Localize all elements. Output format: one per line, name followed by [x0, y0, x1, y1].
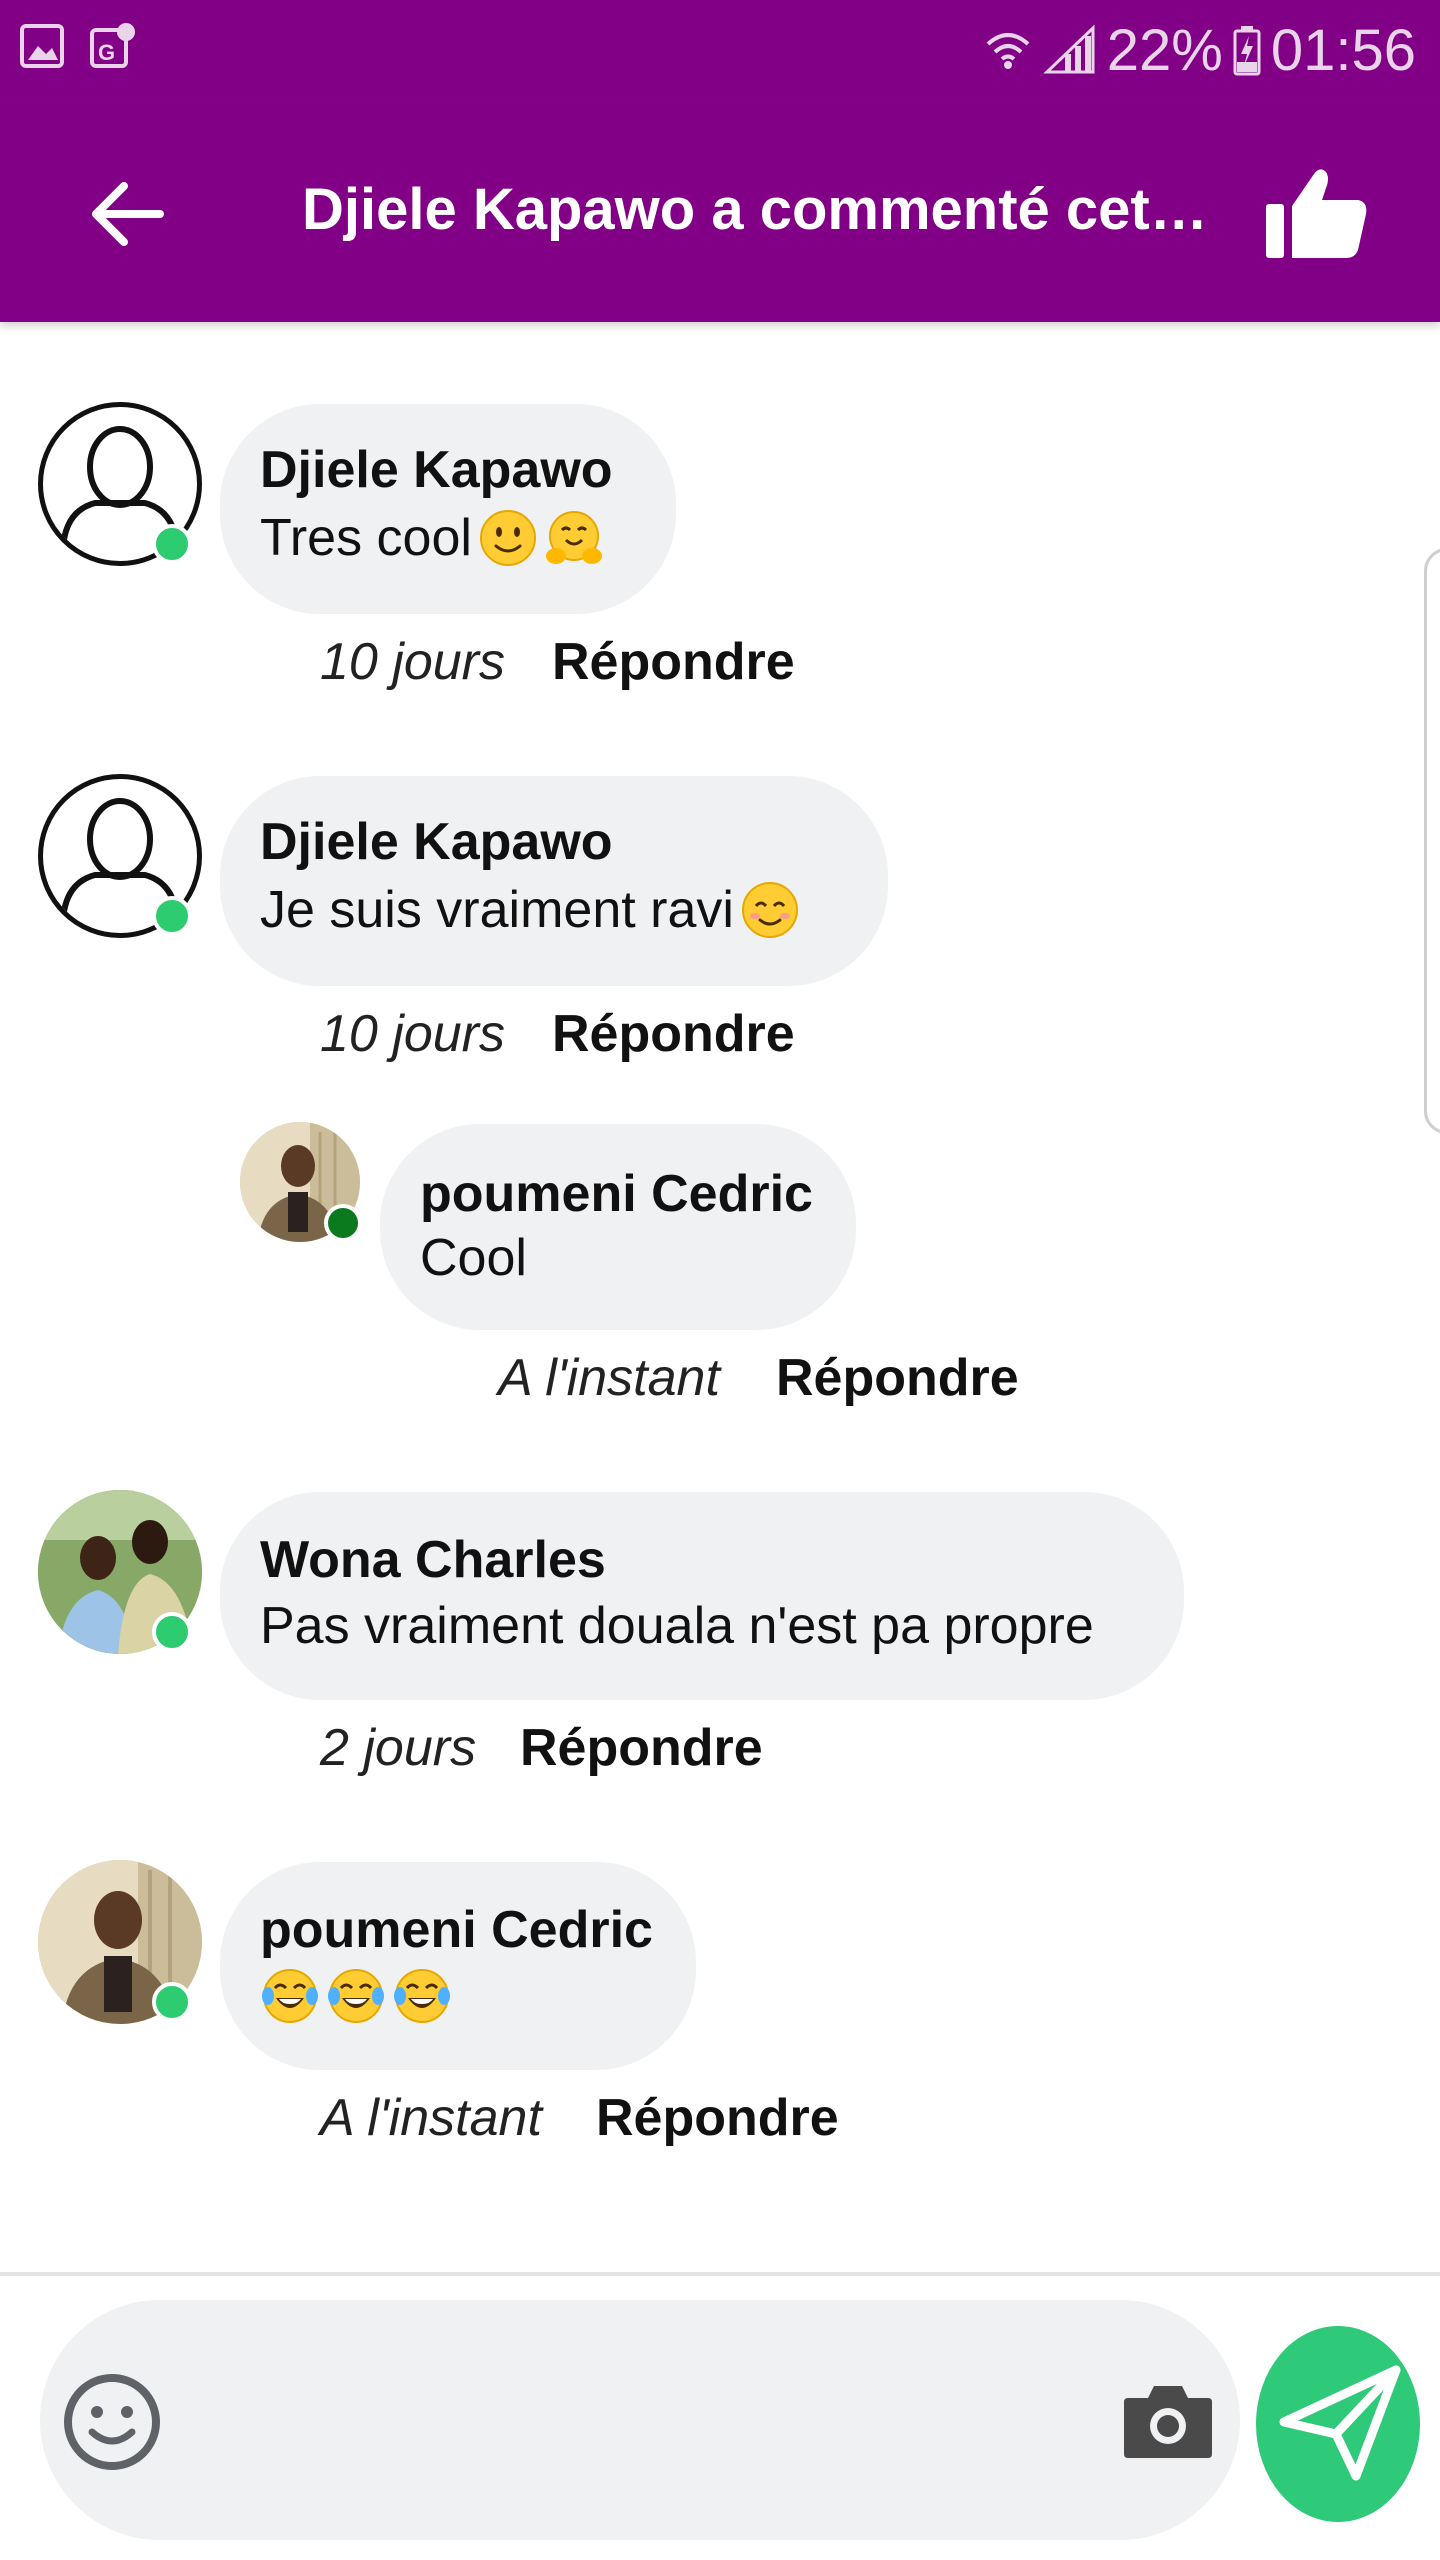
battery-charging-icon — [1233, 26, 1261, 76]
online-status-dot — [324, 1204, 362, 1242]
wifi-icon — [986, 33, 1030, 69]
svg-text:G: G — [98, 40, 115, 65]
comment-time: 2 jours — [320, 1719, 477, 1777]
comment-time: 10 jours — [320, 1005, 505, 1063]
slightly-smiling-face-icon — [479, 510, 536, 566]
online-status-dot — [152, 1982, 192, 2022]
comment-input-field[interactable] — [40, 2300, 1240, 2540]
tears-of-joy-icon — [394, 1969, 450, 2023]
comment-text: Pas vraiment douala n'est pa propre — [260, 1596, 1094, 1656]
comment-text — [260, 1966, 452, 2026]
battery-percent: 22% — [1106, 17, 1223, 83]
comment-author[interactable]: poumeni Cedric — [420, 1164, 813, 1224]
thumbs-up-icon[interactable] — [1262, 164, 1372, 260]
send-button[interactable] — [1256, 2326, 1420, 2522]
comment-text: Cool — [420, 1228, 527, 1288]
emoji-picker-icon[interactable] — [62, 2372, 162, 2472]
comment-time: A l'instant — [320, 2089, 542, 2147]
page-title: Djiele Kapawo a commenté cet… — [302, 177, 1208, 242]
online-status-dot — [152, 896, 192, 936]
app-bar: Djiele Kapawo a commenté cet… — [0, 98, 1440, 322]
reply-button[interactable]: Répondre — [552, 1004, 795, 1064]
smiling-face-with-smiling-eyes-icon — [741, 882, 798, 938]
comment-text-content: Tres cool — [260, 509, 472, 567]
tears-of-joy-icon — [328, 1969, 384, 2023]
comment-author[interactable]: Wona Charles — [260, 1530, 606, 1590]
comment-author[interactable]: Djiele Kapawo — [260, 812, 613, 872]
clock: 01:56 — [1270, 17, 1416, 83]
reply-button[interactable]: Répondre — [596, 2088, 839, 2148]
comment-time: A l'instant — [498, 1349, 720, 1407]
maps-notification-icon: G — [90, 23, 135, 68]
comment-text-content: Je suis vraiment ravi — [260, 881, 734, 939]
comment-text-content: Pas vraiment douala n'est pa propre — [260, 1597, 1094, 1655]
comment-text: Je suis vraiment ravi — [260, 880, 800, 940]
reply-button[interactable]: Répondre — [776, 1348, 1019, 1408]
online-status-dot — [152, 1612, 192, 1652]
comment-author[interactable]: poumeni Cedric — [260, 1900, 653, 1960]
comment-bubble[interactable] — [380, 1124, 856, 1330]
comment-text-content: Cool — [420, 1229, 527, 1287]
send-icon — [1279, 2365, 1401, 2481]
gallery-notification-icon — [20, 24, 64, 68]
online-status-dot — [152, 524, 192, 564]
camera-icon[interactable] — [1120, 2376, 1216, 2462]
reply-button[interactable]: Répondre — [552, 632, 795, 692]
hugging-face-icon — [545, 511, 602, 564]
comment-text: Tres cool — [260, 508, 604, 568]
composer-divider — [0, 2272, 1440, 2276]
comment-author[interactable]: Djiele Kapawo — [260, 440, 613, 500]
status-bar: G 22% 01:56 — [0, 0, 1440, 98]
back-arrow-icon[interactable] — [88, 174, 168, 254]
comment-time: 10 jours — [320, 633, 505, 691]
edge-panel-handle[interactable] — [1424, 548, 1440, 1134]
signal-icon — [1043, 24, 1095, 74]
reply-button[interactable]: Répondre — [520, 1718, 763, 1778]
tears-of-joy-icon — [262, 1969, 318, 2023]
